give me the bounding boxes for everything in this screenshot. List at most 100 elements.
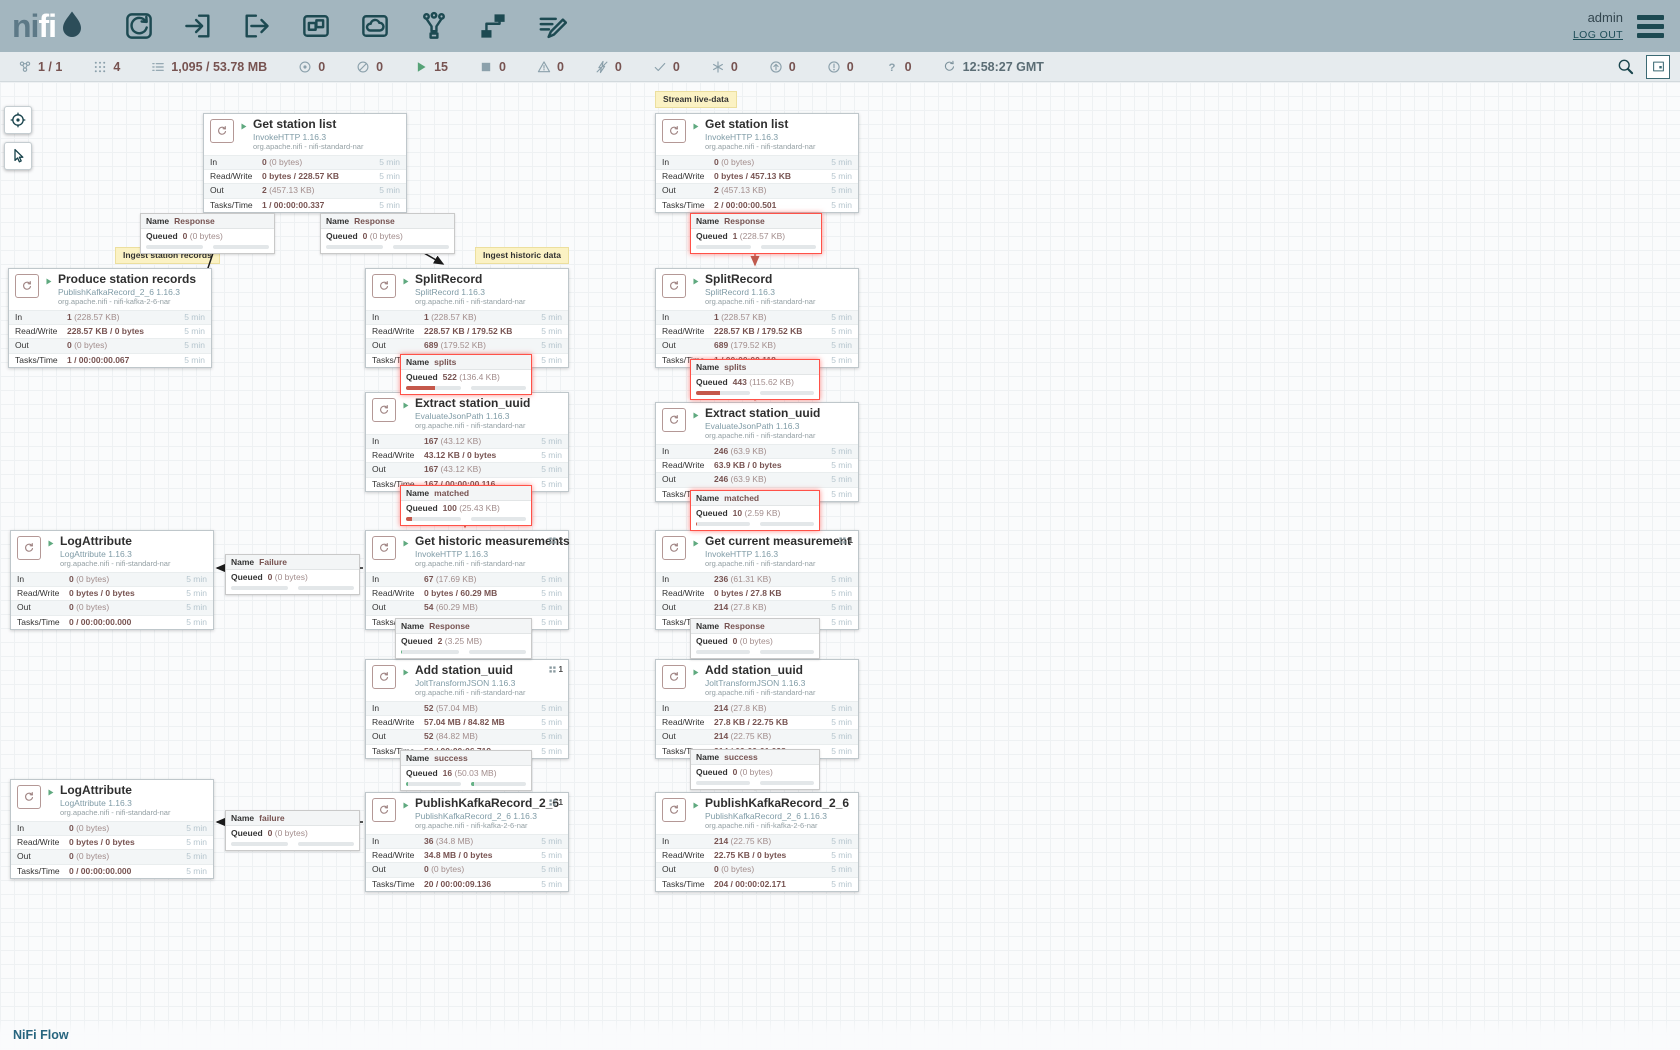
logo-text-ni: ni xyxy=(12,8,38,45)
processor-logattribute[interactable]: LogAttributeLogAttribute 1.16.3org.apach… xyxy=(10,530,214,630)
queued-value: 443 (115.62 KB) xyxy=(733,378,794,387)
stat-label: Out xyxy=(17,603,69,612)
breadcrumb-bar: NiFi Flow xyxy=(0,1020,1680,1050)
processor-stamp-icon xyxy=(372,274,396,298)
connection-response[interactable]: NameResponseQueued1 (228.57 KB) xyxy=(690,213,822,254)
processor-produce-station-records[interactable]: Produce station recordsPublishKafkaRecor… xyxy=(8,268,212,368)
tasks-grid-icon xyxy=(549,666,556,673)
processor-stamp-icon xyxy=(662,536,686,560)
running-status-icon xyxy=(401,801,410,810)
size-threshold-bar xyxy=(213,245,270,249)
connection-name: splits xyxy=(434,358,456,367)
processor-extract-station-uuid[interactable]: Extract station_uuidEvaluateJsonPath 1.1… xyxy=(365,392,569,492)
stat-window: 5 min xyxy=(379,186,400,195)
stat-row-out: Out167 (43.12 KB)5 min xyxy=(366,462,568,476)
stat-row-read-write: Read/Write0 bytes / 0 bytes5 min xyxy=(11,835,213,849)
connection-queued-row: Queued10 (2.59 KB) xyxy=(691,506,819,520)
processor-get-historic-measurements[interactable]: Get historic measurementsInvokeHTTP 1.16… xyxy=(365,530,569,630)
panel-toggle-button[interactable] xyxy=(1646,55,1670,79)
search-button[interactable] xyxy=(1617,58,1634,75)
output-port-component-button[interactable] xyxy=(235,6,279,46)
cluster-count: 1 / 1 xyxy=(38,60,62,74)
processor-publishkafkarecord-2-6[interactable]: PublishKafkaRecord_2_6PublishKafkaRecord… xyxy=(655,792,859,892)
queued-key: Queued xyxy=(696,768,728,777)
processor-splitrecord[interactable]: SplitRecordSplitRecord 1.16.3org.apache.… xyxy=(655,268,859,368)
processor-component-button[interactable] xyxy=(117,6,161,46)
stat-window: 5 min xyxy=(831,447,852,456)
logout-link[interactable]: LOG OUT xyxy=(1573,28,1623,44)
input-port-component-button[interactable] xyxy=(176,6,220,46)
connection-name: Response xyxy=(724,622,765,631)
processor-bundle: org.apache.nifi - nifi-standard-nar xyxy=(60,559,170,568)
processor-get-current-measurement[interactable]: Get current measurementInvokeHTTP 1.16.3… xyxy=(655,530,859,630)
stat-label: Read/Write xyxy=(15,327,67,336)
connection-matched[interactable]: NamematchedQueued100 (25.43 KB) xyxy=(400,485,532,526)
stat-window: 5 min xyxy=(831,327,852,336)
connection-splits[interactable]: NamesplitsQueued443 (115.62 KB) xyxy=(690,359,820,400)
size-threshold-bar xyxy=(761,245,816,249)
stat-value: 63.9 KB / 0 bytes xyxy=(714,461,831,470)
connection-success[interactable]: NamesuccessQueued16 (50.03 MB) xyxy=(400,750,532,791)
processor-header: LogAttributeLogAttribute 1.16.3org.apach… xyxy=(11,531,213,572)
running-status-icon xyxy=(401,277,410,286)
stat-row-tasks-time: Tasks/Time1 / 00:00:00.0675 min xyxy=(9,353,211,367)
refresh-icon[interactable] xyxy=(943,60,956,73)
stat-value: 0 (0 bytes) xyxy=(714,865,831,874)
nifi-logo[interactable]: nifi xyxy=(0,3,93,49)
stat-label: Out xyxy=(662,475,714,484)
connection-failure[interactable]: NamefailureQueued0 (0 bytes) xyxy=(225,810,360,851)
stat-label: Out xyxy=(372,865,424,874)
stat-label: In xyxy=(662,704,714,713)
stat-row-tasks-time: Tasks/Time20 / 00:00:09.1365 min xyxy=(366,877,568,891)
last-refresh-clock[interactable]: 12:58:27 GMT xyxy=(943,60,1044,74)
flow-canvas[interactable]: Stream live-dataIngest station recordsIn… xyxy=(0,82,1680,1050)
navigate-palette-button[interactable] xyxy=(4,106,32,134)
stat-label: Tasks/Time xyxy=(662,880,714,889)
canvas-label-stream-live-data[interactable]: Stream live-data xyxy=(655,91,737,108)
processor-get-station-list[interactable]: Get station listInvokeHTTP 1.16.3org.apa… xyxy=(655,113,859,213)
processor-stamp-icon xyxy=(372,398,396,422)
stat-value: 204 / 00:00:02.171 xyxy=(714,880,831,889)
stat-window: 5 min xyxy=(541,341,562,350)
processor-logattribute[interactable]: LogAttributeLogAttribute 1.16.3org.apach… xyxy=(10,779,214,879)
connection-response[interactable]: NameResponseQueued0 (0 bytes) xyxy=(320,213,455,254)
processor-add-station-uuid[interactable]: Add station_uuidJoltTransformJSON 1.16.3… xyxy=(365,659,569,759)
connection-failure[interactable]: NameFailureQueued0 (0 bytes) xyxy=(225,554,360,595)
template-component-button[interactable] xyxy=(471,6,515,46)
stat-window: 5 min xyxy=(831,618,852,627)
processor-bundle: org.apache.nifi - nifi-standard-nar xyxy=(415,559,562,568)
stale-count: 0 xyxy=(789,60,796,74)
stat-window: 5 min xyxy=(541,618,562,627)
stat-row-in: In52 (57.04 MB)5 min xyxy=(366,701,568,715)
running-status-icon xyxy=(691,122,700,131)
processor-publishkafkarecord-2-6[interactable]: PublishKafkaRecord_2_6PublishKafkaRecord… xyxy=(365,792,569,892)
connection-response[interactable]: NameResponseQueued2 (3.25 MB) xyxy=(395,618,532,659)
connection-response[interactable]: NameResponseQueued0 (0 bytes) xyxy=(690,618,820,659)
stat-window: 5 min xyxy=(541,327,562,336)
stat-window: 5 min xyxy=(541,589,562,598)
processor-extract-station-uuid[interactable]: Extract station_uuidEvaluateJsonPath 1.1… xyxy=(655,402,859,502)
operate-palette-button[interactable] xyxy=(4,142,32,170)
status-invalid: 0 xyxy=(537,60,564,74)
processor-get-station-list[interactable]: Get station listInvokeHTTP 1.16.3org.apa… xyxy=(203,113,407,213)
connection-success[interactable]: NamesuccessQueued0 (0 bytes) xyxy=(690,749,820,790)
stat-label: Out xyxy=(662,865,714,874)
active-threads-badge: 1 xyxy=(549,536,563,545)
size-threshold-bar xyxy=(760,391,814,395)
funnel-component-button[interactable] xyxy=(412,6,456,46)
connection-matched[interactable]: NamematchedQueued10 (2.59 KB) xyxy=(690,490,820,531)
remote-process-group-component-button[interactable] xyxy=(353,6,397,46)
app-header: nifi admin LOG OUT xyxy=(0,0,1680,52)
connection-response[interactable]: NameResponseQueued0 (0 bytes) xyxy=(140,213,275,254)
connection-splits[interactable]: NamesplitsQueued522 (136.4 KB) xyxy=(400,354,532,395)
processor-add-station-uuid[interactable]: Add station_uuidJoltTransformJSON 1.16.3… xyxy=(655,659,859,759)
stat-row-read-write: Read/Write22.75 KB / 0 bytes5 min xyxy=(656,848,858,862)
label-component-button[interactable] xyxy=(530,6,574,46)
canvas-label-ingest-historic-data[interactable]: Ingest historic data xyxy=(475,247,569,264)
process-group-component-button[interactable] xyxy=(294,6,338,46)
queued-value: 100 (25.43 KB) xyxy=(443,504,500,513)
status-disabled: 0 xyxy=(595,60,622,74)
global-menu-button[interactable] xyxy=(1637,15,1664,38)
breadcrumb[interactable]: NiFi Flow xyxy=(13,1028,69,1042)
stat-row-read-write: Read/Write27.8 KB / 22.75 KB5 min xyxy=(656,715,858,729)
